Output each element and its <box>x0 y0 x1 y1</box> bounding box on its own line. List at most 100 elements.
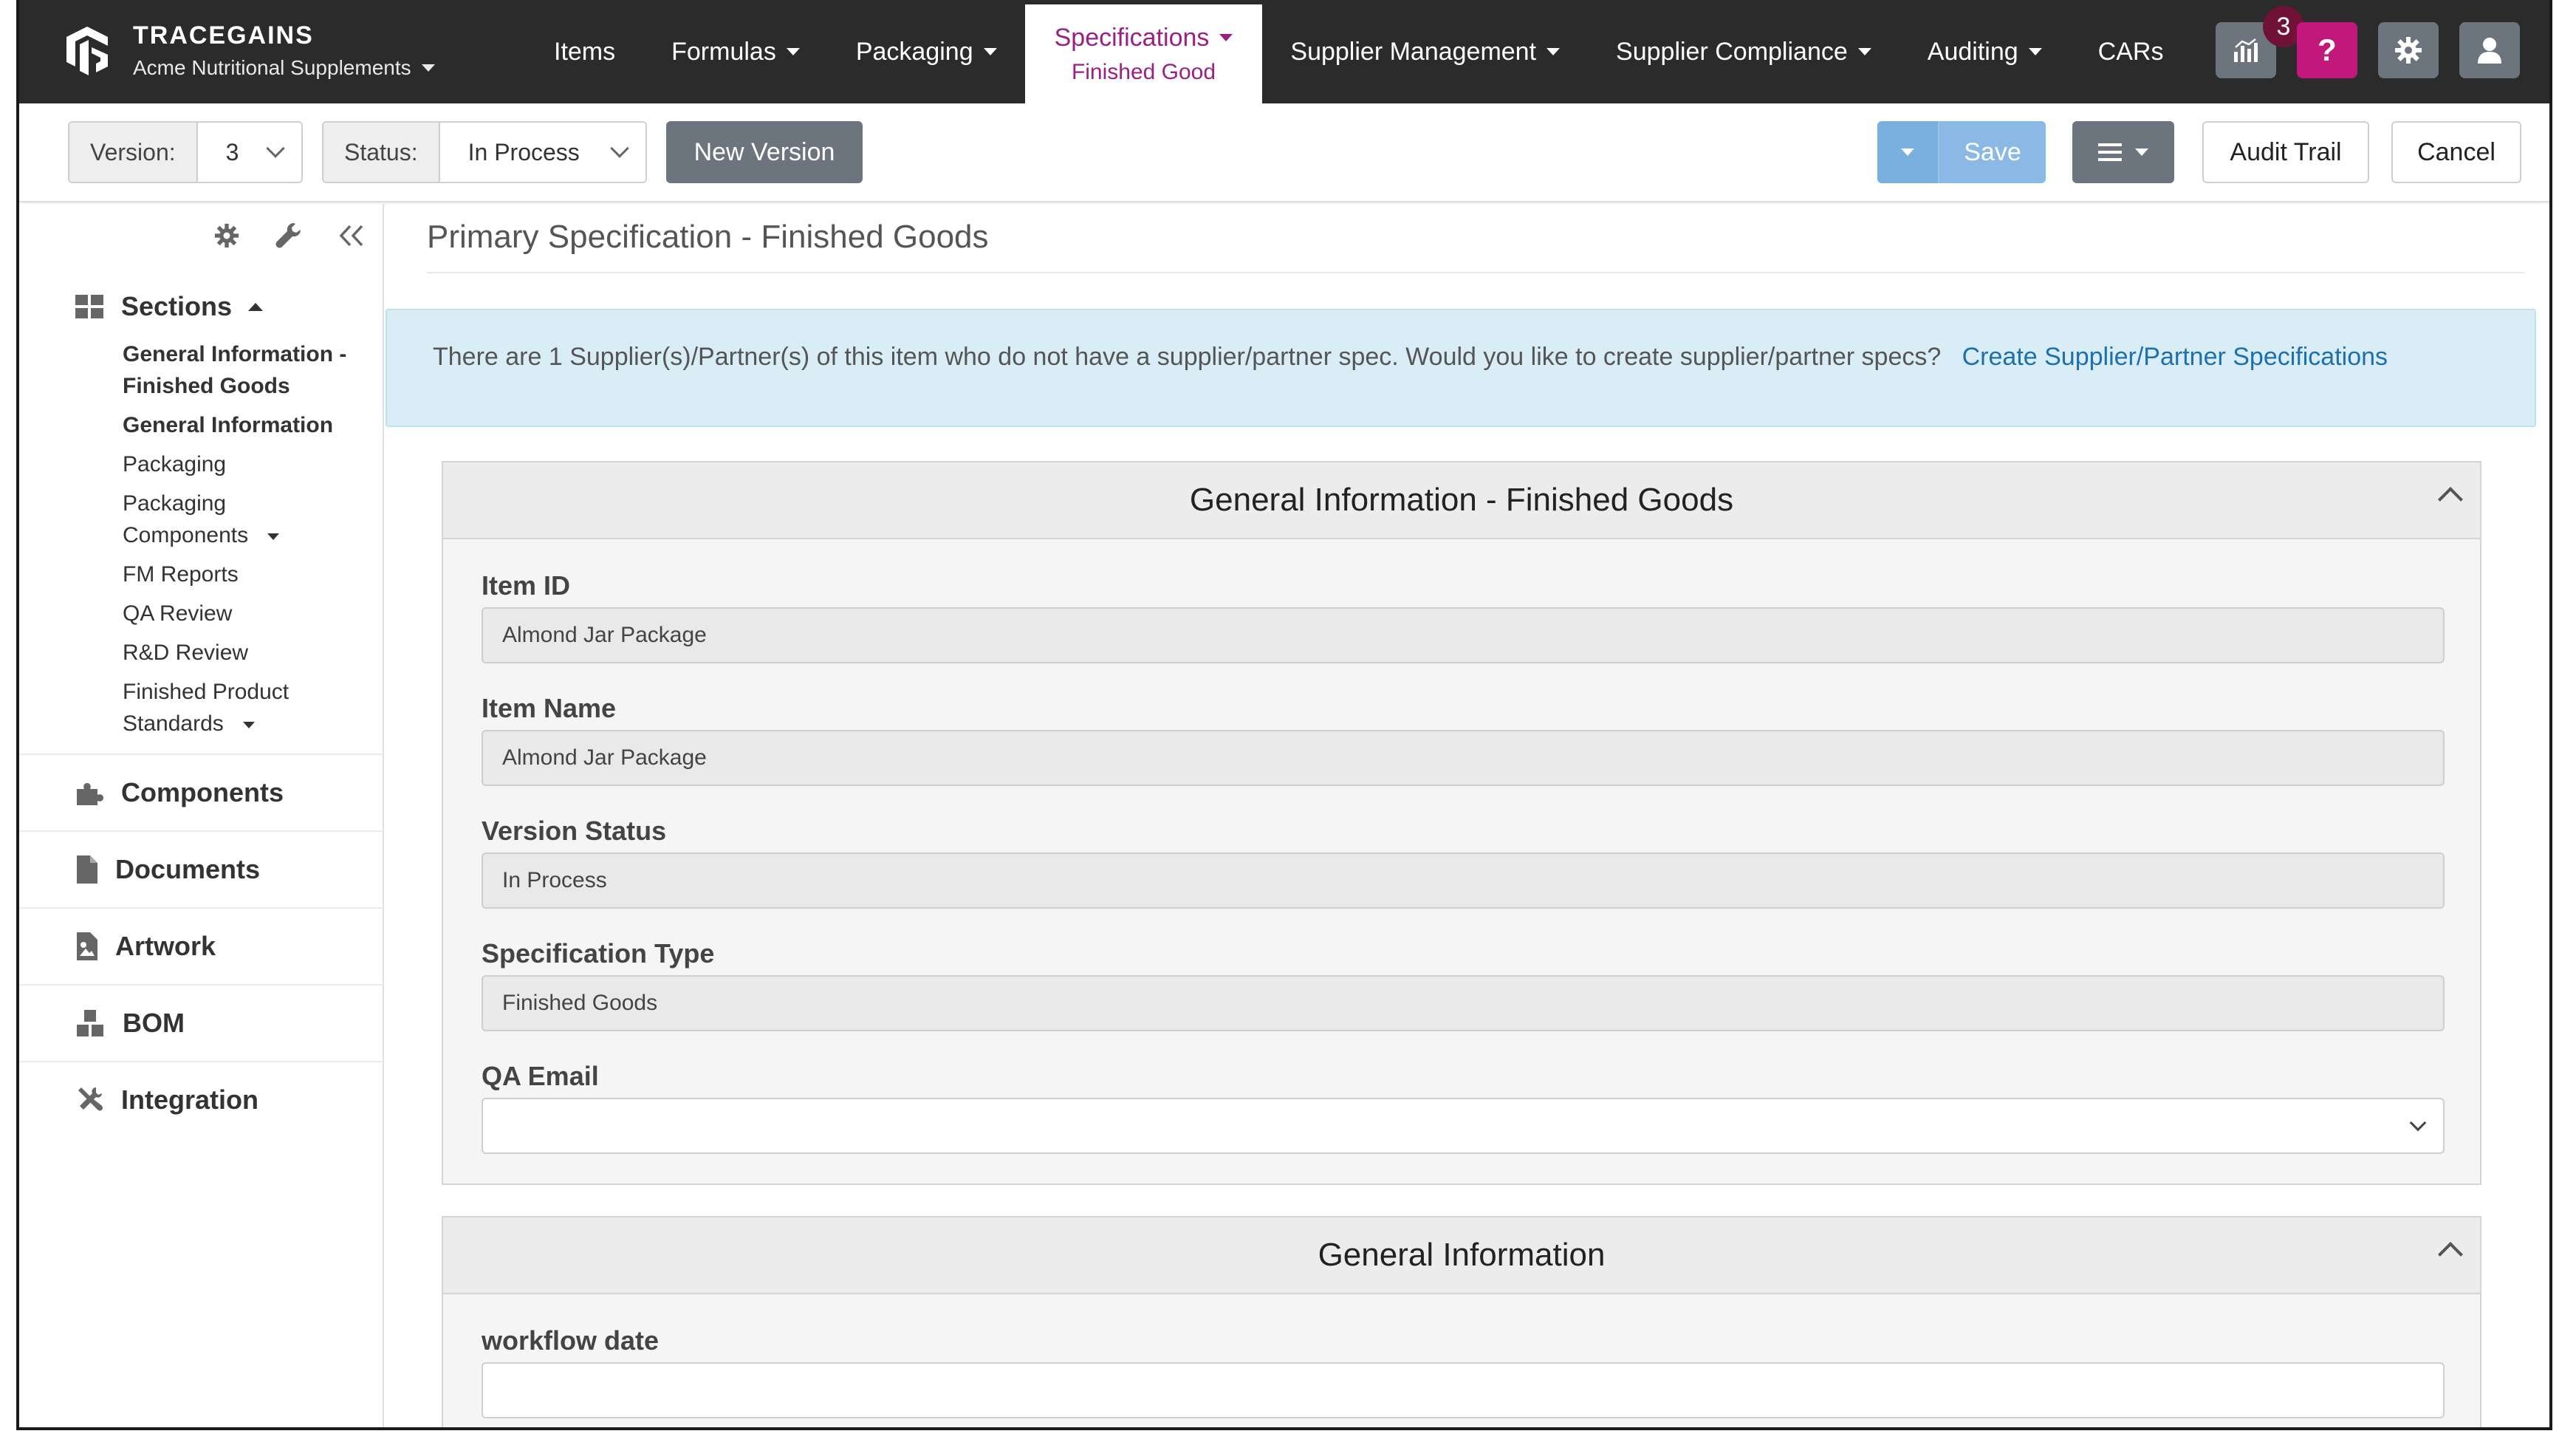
sidebar-link-label: Components <box>121 777 284 807</box>
section-label: General Information <box>123 413 334 437</box>
puzzle-icon <box>77 783 103 805</box>
user-icon <box>2478 38 2501 64</box>
sections-header[interactable]: Sections <box>75 291 264 322</box>
nav-label: Supplier Compliance <box>1616 37 1848 66</box>
chevron-down-icon <box>983 48 997 55</box>
page-title: Primary Specification - Finished Goods <box>427 219 989 255</box>
field-label-item-name: Item Name <box>482 693 617 723</box>
chevron-down-icon <box>421 64 435 72</box>
nav-formulas[interactable]: Formulas <box>643 0 828 103</box>
chevron-up-icon[interactable] <box>2438 1242 2463 1267</box>
nav-sublabel: Finished Good <box>1071 59 1216 84</box>
boxes-icon <box>77 1010 103 1036</box>
sidebar-link-bom[interactable]: BOM <box>19 984 383 1061</box>
tracegains-logo-icon <box>66 27 108 75</box>
version-select[interactable]: Version: 3 <box>68 121 303 183</box>
section-label: R&D Review <box>123 640 249 665</box>
section-item[interactable]: General Information <box>123 409 374 441</box>
qa-email-select[interactable] <box>482 1098 2445 1154</box>
section-item[interactable]: QA Review <box>123 598 374 629</box>
help-button[interactable]: ? <box>2297 22 2357 78</box>
status-value: In Process <box>467 138 580 165</box>
top-navbar: TRACEGAINS Acme Nutritional Supplements … <box>19 0 2549 103</box>
field-value: Almond Jar Package <box>502 623 707 647</box>
section-label: General Information - Finished Goods <box>123 342 347 398</box>
panel-general-info-finished-goods: General Information - Finished Goods Ite… <box>442 461 2481 1185</box>
panel-title: General Information <box>1318 1237 1606 1273</box>
status-select[interactable]: Status: In Process <box>322 121 647 183</box>
audit-trail-button[interactable]: Audit Trail <box>2202 121 2369 183</box>
chevron-down-icon[interactable] <box>242 721 255 728</box>
menu-button[interactable] <box>2072 121 2174 183</box>
analytics-button[interactable]: 3 <box>2216 6 2304 78</box>
chevron-up-icon[interactable] <box>2438 487 2463 512</box>
section-item[interactable]: R&D Review <box>123 637 374 669</box>
nav-supplier-management[interactable]: Supplier Management <box>1262 0 1588 103</box>
help-icon: ? <box>2318 33 2337 67</box>
status-label: Status: <box>323 123 440 182</box>
sidebar-link-components[interactable]: Components <box>19 754 383 830</box>
sidebar-link-integration[interactable]: Integration <box>19 1061 383 1138</box>
nav-label: Packaging <box>855 37 973 66</box>
field-label-item-id: Item ID <box>482 570 571 601</box>
save-options-button[interactable] <box>1877 121 1939 183</box>
tools-icon <box>78 1087 103 1111</box>
section-item[interactable]: General Information - Finished Goods <box>123 338 374 402</box>
section-label: Finished Product Standards <box>123 680 290 736</box>
main-nav: Items Formulas Packaging Specifications … <box>526 0 2191 103</box>
sidebar-link-artwork[interactable]: Artwork <box>19 907 383 984</box>
section-item[interactable]: FM Reports <box>123 558 374 590</box>
nav-supplier-compliance[interactable]: Supplier Compliance <box>1588 0 1900 103</box>
section-item[interactable]: Packaging <box>123 448 374 480</box>
divider <box>427 272 2524 273</box>
cancel-button[interactable]: Cancel <box>2391 121 2521 183</box>
sidebar-link-documents[interactable]: Documents <box>19 830 383 907</box>
panel-header[interactable]: General Information - Finished Goods <box>443 462 2480 539</box>
chevron-up-icon <box>248 302 264 311</box>
nav-label: Specifications <box>1054 23 1210 52</box>
sections-title: Sections <box>121 291 233 321</box>
gear-icon[interactable] <box>214 223 239 248</box>
gear-icon <box>2395 37 2422 64</box>
section-item[interactable]: Finished Product Standards <box>123 676 315 739</box>
collapse-sidebar-icon[interactable] <box>338 224 365 247</box>
user-button[interactable] <box>2459 22 2520 78</box>
org-selector[interactable]: Acme Nutritional Supplements <box>133 52 435 84</box>
panel-general-info: General Information workflow date <box>442 1216 2481 1427</box>
nav-label: Items <box>554 37 616 66</box>
wrench-icon[interactable] <box>275 222 303 250</box>
workflow-date-field[interactable] <box>482 1362 2445 1418</box>
specification-type-field[interactable]: Finished Goods <box>482 975 2445 1031</box>
create-supplier-spec-link[interactable]: Create Supplier/Partner Specifications <box>1962 343 2388 371</box>
brand[interactable]: TRACEGAINS Acme Nutritional Supplements <box>61 19 435 84</box>
chevron-down-icon <box>2028 48 2042 55</box>
new-version-button[interactable]: New Version <box>666 121 863 183</box>
nav-specifications[interactable]: Specifications Finished Good <box>1024 4 1263 103</box>
chevron-down-icon[interactable] <box>267 533 280 540</box>
nav-auditing[interactable]: Auditing <box>1900 0 2070 103</box>
supplier-spec-alert: There are 1 Supplier(s)/Partner(s) of th… <box>386 309 2536 427</box>
sidebar-link-label: Artwork <box>115 931 216 961</box>
section-item[interactable]: Packaging Components <box>123 488 300 551</box>
nav-items[interactable]: Items <box>526 0 643 103</box>
sidebar-tools <box>214 222 365 250</box>
app-window: TRACEGAINS Acme Nutritional Supplements … <box>16 0 2552 1430</box>
field-value: In Process <box>502 868 607 892</box>
section-label: Packaging Components <box>123 491 249 547</box>
chevron-down-icon <box>1857 48 1871 55</box>
nav-label: CARs <box>2097 37 2164 66</box>
chevron-down-icon <box>2135 148 2148 156</box>
field-label-version-status: Version Status <box>482 816 667 846</box>
settings-button[interactable] <box>2378 22 2439 78</box>
save-button[interactable]: Save <box>1939 121 2046 183</box>
panel-header[interactable]: General Information <box>443 1217 2480 1294</box>
nav-actions: 3 ? <box>2216 6 2520 78</box>
version-status-field[interactable]: In Process <box>482 853 2445 909</box>
item-id-field[interactable]: Almond Jar Package <box>482 607 2445 663</box>
nav-packaging[interactable]: Packaging <box>828 0 1025 103</box>
nav-label: Formulas <box>671 37 776 66</box>
sidebar-link-label: Documents <box>115 854 261 884</box>
nav-cars[interactable]: CARs <box>2070 0 2192 103</box>
chevron-down-icon <box>1219 34 1233 41</box>
item-name-field[interactable]: Almond Jar Package <box>482 730 2445 786</box>
